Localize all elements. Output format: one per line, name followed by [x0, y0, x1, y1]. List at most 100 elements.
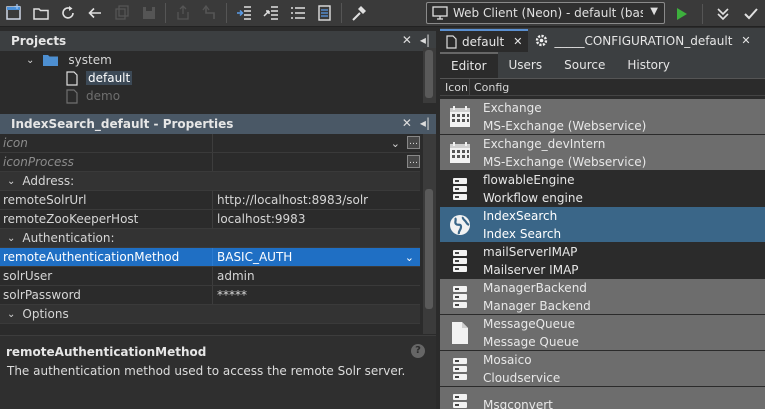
config-row-msgconvert[interactable]: Msgconvert [440, 387, 765, 409]
property-key: icon [0, 134, 213, 152]
config-row-exchange-devintern[interactable]: Exchange_devIntern MS-Exchange (Webservic… [440, 135, 765, 171]
tree-item-label: default [86, 71, 133, 85]
chevron-down-icon[interactable]: ⌄ [391, 137, 400, 150]
chevron-down-icon[interactable]: ⌄ [7, 176, 15, 187]
property-group-address[interactable]: ⌄ Address: [0, 172, 420, 191]
property-key: remoteZooKeeperHost [0, 210, 213, 228]
config-description: MS-Exchange (Webservice) [483, 118, 647, 133]
close-icon[interactable]: ✕ [513, 35, 522, 48]
subtab-users[interactable]: Users [498, 52, 554, 78]
description-title: remoteAuthenticationMethod [6, 345, 207, 359]
close-icon[interactable]: ✕ [741, 34, 750, 47]
chevron-down-icon[interactable]: ⌄ [405, 251, 414, 264]
config-description: Mailserver IMAP [483, 262, 579, 277]
config-row-flowableengine[interactable]: flowableEngine Workflow engine [440, 171, 765, 207]
document-list-icon[interactable] [311, 1, 338, 26]
subtab-editor[interactable]: Editor [440, 52, 498, 78]
config-description: Message Queue [483, 334, 579, 349]
property-value-select[interactable]: BASIC_AUTH ⌄ [213, 248, 420, 266]
hammer-icon[interactable] [345, 1, 372, 26]
ellipsis-button[interactable]: … [407, 136, 420, 149]
tab-label: _____CONFIGURATION_default [554, 33, 733, 48]
import-icon[interactable] [230, 1, 257, 26]
group-label: Address: [22, 174, 75, 188]
tree-item-demo[interactable]: demo [66, 87, 120, 105]
column-header-config[interactable]: Config [470, 81, 509, 94]
tab-configuration[interactable]: _____CONFIGURATION_default ✕ [528, 29, 756, 52]
subtab-history[interactable]: History [616, 52, 681, 78]
config-row-exchange[interactable]: Exchange MS-Exchange (Webservice) [440, 99, 765, 135]
property-group-authentication[interactable]: ⌄ Authentication: [0, 229, 420, 248]
chevron-down-icon[interactable]: ⌄ [7, 233, 15, 244]
property-row-solrPassword[interactable]: solrPassword ***** [0, 286, 420, 305]
group-label: Options [22, 307, 69, 321]
property-value[interactable]: http://localhost:8983/solr [213, 191, 420, 209]
tree-item-label: system [68, 53, 112, 67]
group-label: Authentication: [22, 231, 115, 245]
properties-panel-header: IndexSearch_default - Properties ✕ ◂| [0, 114, 436, 134]
export-icon[interactable] [169, 1, 196, 26]
server-icon [453, 393, 467, 408]
property-value[interactable]: localhost:9983 [213, 210, 420, 228]
save-icon[interactable] [135, 1, 162, 26]
config-name: Exchange_devIntern [483, 136, 606, 151]
collapse-all-icon[interactable] [709, 1, 736, 26]
minimize-panel-icon[interactable]: ◂| [420, 33, 430, 47]
projects-panel-title: Projects [11, 34, 67, 48]
back-arrow-icon[interactable] [81, 1, 108, 26]
subtab-source[interactable]: Source [553, 52, 616, 78]
property-value[interactable]: ⌄ … [213, 134, 420, 152]
toolbar-separator [341, 3, 342, 23]
monitor-icon [432, 6, 448, 20]
scrollbar-thumb[interactable] [425, 50, 433, 98]
property-value[interactable]: admin [213, 267, 420, 285]
properties-grid: icon ⌄ … iconProcess … ⌄ Address: remoteS… [0, 134, 436, 356]
editor-tabs: default ✕ _____CONFIGURATION_default ✕ [440, 28, 765, 52]
property-key: remoteSolrUrl [0, 191, 213, 209]
tab-label: default [462, 34, 505, 49]
tab-default[interactable]: default ✕ [440, 29, 529, 52]
refresh-icon[interactable] [54, 1, 81, 26]
property-row-remoteSolrUrl[interactable]: remoteSolrUrl http://localhost:8983/solr [0, 191, 420, 210]
close-icon[interactable]: ✕ [402, 33, 412, 47]
property-row-solrUser[interactable]: solrUser admin [0, 267, 420, 286]
property-row-remoteZooKeeperHost[interactable]: remoteZooKeeperHost localhost:9983 [0, 210, 420, 229]
new-folder-icon[interactable] [27, 1, 54, 26]
column-header-icon[interactable]: Icon [440, 79, 470, 95]
deploy-icon[interactable] [257, 1, 284, 26]
undo-icon[interactable] [196, 1, 223, 26]
property-key: iconProcess [0, 153, 213, 171]
config-row-messagequeue[interactable]: MessageQueue Message Queue [440, 315, 765, 351]
new-project-icon[interactable] [0, 1, 27, 26]
tree-item-system[interactable]: ⌄ system [26, 51, 112, 69]
chevron-down-icon[interactable]: ⌄ [26, 55, 34, 66]
property-row-remoteAuthenticationMethod[interactable]: remoteAuthenticationMethod BASIC_AUTH ⌄ [0, 248, 420, 267]
copy-icon[interactable] [108, 1, 135, 26]
run-icon[interactable] [667, 1, 694, 26]
property-row-icon[interactable]: icon ⌄ … [0, 134, 420, 153]
help-icon[interactable]: ? [411, 344, 425, 358]
app-window: Web Client (Neon) - default (basi… ▼ Pro… [0, 0, 765, 409]
tree-item-label: demo [86, 89, 121, 103]
properties-scrollbar[interactable] [423, 134, 436, 334]
globe-icon [450, 214, 470, 235]
property-row-iconProcess[interactable]: iconProcess … [0, 153, 420, 172]
config-row-mailserverimap[interactable]: mailServerIMAP Mailserver IMAP [440, 243, 765, 279]
tree-scrollbar[interactable] [423, 48, 436, 103]
list-icon[interactable] [284, 1, 311, 26]
config-row-indexsearch[interactable]: IndexSearch Index Search [440, 207, 765, 243]
property-value[interactable]: … [213, 153, 420, 171]
close-icon[interactable]: ✕ [402, 116, 412, 130]
minimize-panel-icon[interactable]: ◂| [420, 116, 430, 130]
property-value[interactable]: ***** [213, 286, 420, 304]
connection-select[interactable]: Web Client (Neon) - default (basi… ▼ [426, 2, 665, 24]
config-row-mosaico[interactable]: Mosaico Cloudservice [440, 351, 765, 387]
ellipsis-button[interactable]: … [407, 155, 420, 168]
chevron-down-icon[interactable]: ⌄ [7, 309, 15, 320]
tree-item-default[interactable]: default [66, 69, 133, 87]
checkmark-icon[interactable] [737, 1, 764, 26]
toolbar-separator [226, 3, 227, 23]
config-row-managerbackend[interactable]: ManagerBackend Manager Backend [440, 279, 765, 315]
scrollbar-thumb[interactable] [425, 189, 433, 309]
property-group-options[interactable]: ⌄ Options [0, 305, 420, 324]
